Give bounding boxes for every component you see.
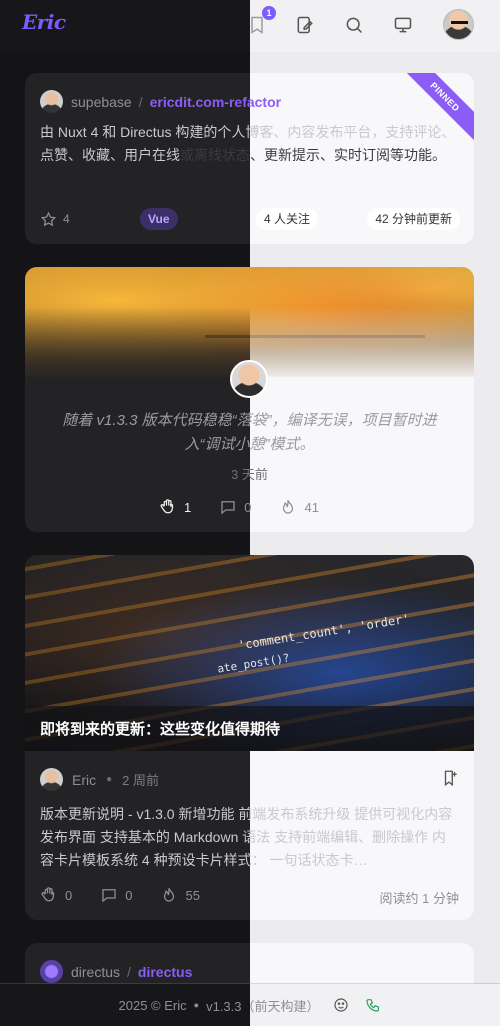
views-stat: 55 <box>160 886 200 904</box>
clap-hand-icon <box>41 887 55 902</box>
moment-text: 随着 v1.3.3 版本代码稳稳“落袋”，编译无误，项目暂时进入“调试小憩”模式… <box>62 412 437 453</box>
bookmark-add-icon <box>444 770 457 787</box>
repo-owner[interactable]: supebase <box>71 94 132 110</box>
footer-content: 2025 © Eric ● v1.3.3（前天构建） <box>119 996 382 1015</box>
comment-count: 0 <box>125 887 133 903</box>
repo-name-link[interactable]: ericdit.com-refactor <box>150 94 281 110</box>
post-title[interactable]: 即将到来的更新：这些变化值得期待 <box>40 718 280 739</box>
clap-button[interactable]: 0 <box>40 886 72 904</box>
footer-version: v1.3.3（前天构建） <box>206 998 320 1014</box>
comment-button[interactable]: 0 <box>219 498 251 516</box>
repo-card[interactable]: PINNED supebase / ericdit.com-refactor 由… <box>25 73 474 244</box>
comment-icon <box>221 501 235 515</box>
dot-separator: ● <box>106 774 113 785</box>
user-face-icon[interactable] <box>333 997 349 1013</box>
moment-stats: 1 0 41 <box>159 498 347 516</box>
comment-count: 0 <box>244 499 252 515</box>
post-author-row: Eric ● 2 周前 <box>40 768 159 791</box>
display-icon <box>394 17 412 33</box>
views-count: 41 <box>304 499 319 515</box>
repo-owner-avatar <box>40 960 63 983</box>
followers-chip: 4 人关注 <box>256 208 319 230</box>
post-author-name[interactable]: Eric <box>72 772 96 788</box>
repo-owner[interactable]: directus <box>71 964 120 980</box>
avatar-glasses <box>451 21 468 25</box>
image-fade-dark <box>25 307 250 382</box>
clap-count: 1 <box>184 499 192 515</box>
edit-note-icon <box>297 16 313 34</box>
repo-separator: / <box>138 93 143 110</box>
read-time: 阅读约 1 分钟 <box>379 891 459 906</box>
notifications-button[interactable]: 1 <box>244 6 276 38</box>
comment-button[interactable]: 0 <box>100 886 132 904</box>
repo-header: supebase / ericdit.com-refactor <box>40 90 281 113</box>
image-fade-light <box>250 307 474 382</box>
moment-card[interactable]: 随着 v1.3.3 版本代码稳稳“落袋”，编译无误，项目暂时进入“调试小憩”模式… <box>25 267 474 532</box>
views-count: 55 <box>185 887 200 903</box>
flame-icon <box>164 888 175 902</box>
repo-separator: / <box>127 963 131 980</box>
notification-badge: 1 <box>262 6 276 20</box>
site-logo[interactable]: Eric <box>22 10 66 34</box>
dot-separator: ● <box>193 1000 200 1010</box>
search-icon <box>346 17 363 34</box>
bookmark-button[interactable] <box>441 769 459 792</box>
moment-time: 3 天前 <box>231 467 268 482</box>
clap-button[interactable]: 1 <box>159 498 191 516</box>
user-avatar[interactable] <box>443 9 474 40</box>
phone-online-icon[interactable] <box>365 997 381 1013</box>
theme-button[interactable] <box>390 12 416 38</box>
post-card[interactable]: 'comment_count', 'order' ate_post()? 即将到… <box>25 555 474 920</box>
flame-icon <box>283 500 294 514</box>
search-button[interactable] <box>341 12 367 38</box>
comment-icon <box>102 889 116 903</box>
repo-owner-avatar <box>40 90 63 113</box>
post-stats: 0 0 55 <box>40 886 228 904</box>
publish-button[interactable] <box>292 12 318 38</box>
clap-hand-icon <box>160 499 174 514</box>
repo-header: directus / directus <box>40 960 192 983</box>
repo-description: 由 Nuxt 4 和 Directus 构建的个人博客、内容发布平台，支持评论、… <box>40 121 460 167</box>
footer-copyright: 2025 © Eric <box>118 997 187 1013</box>
repo-description-text-cont: 或离线状态、更新提示、实时订阅等功能。 <box>180 147 446 163</box>
post-excerpt: 版本更新说明 - v1.3.0 新增功能 前端发布系统升级 提供可视化内容发布界… <box>40 806 453 868</box>
footer: 2025 © Eric ● v1.3.3（前天构建） <box>0 983 500 1026</box>
post-time: 2 周前 <box>122 773 160 788</box>
star-count: 4 <box>63 212 70 226</box>
top-header: Eric 1 <box>0 0 500 52</box>
star-icon <box>40 211 57 226</box>
language-chip: Vue <box>140 208 178 230</box>
moment-author-avatar[interactable] <box>230 360 268 398</box>
post-author-avatar[interactable] <box>40 768 63 791</box>
clap-count: 0 <box>65 887 73 903</box>
repo-meta: 4 Vue 4 人关注 42 分钟前更新 <box>40 208 460 230</box>
updated-chip: 42 分钟前更新 <box>367 208 460 230</box>
repo-name-link[interactable]: directus <box>138 964 192 980</box>
views-stat: 41 <box>279 498 319 516</box>
